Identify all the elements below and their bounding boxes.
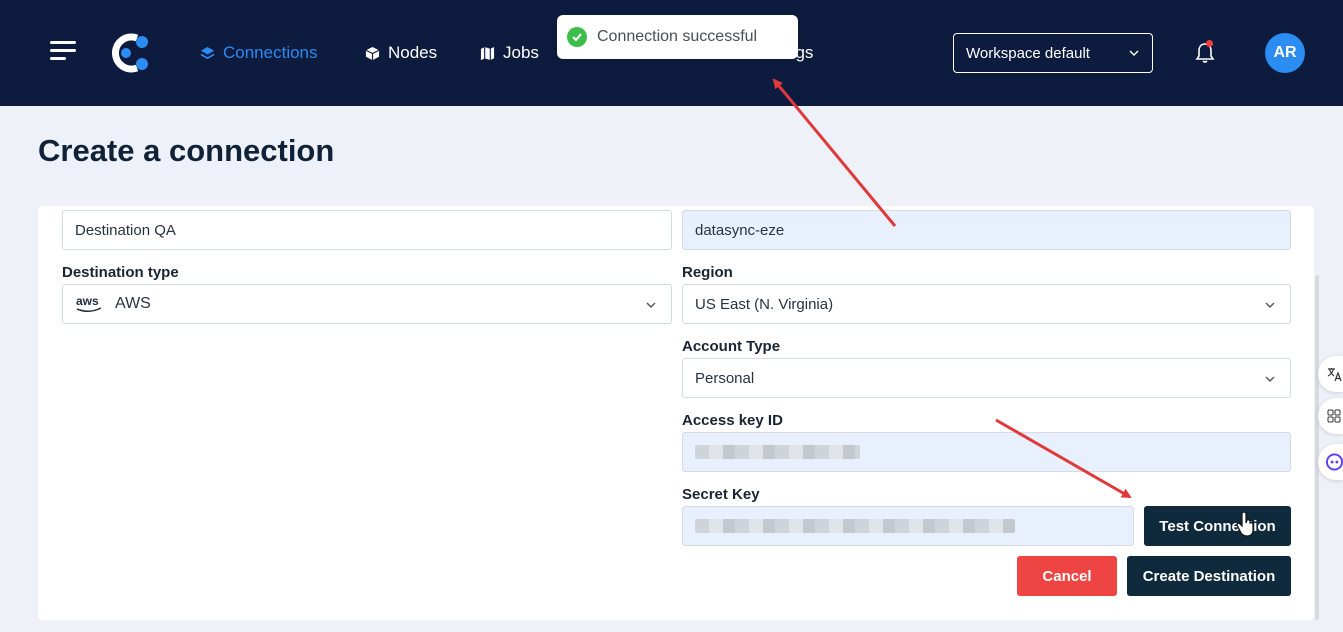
- avatar[interactable]: AR: [1265, 33, 1305, 73]
- chevron-down-icon: [1265, 376, 1275, 382]
- nav-connections-label: Connections: [223, 43, 318, 62]
- nav-jobs[interactable]: Jobs: [480, 41, 539, 65]
- destination-type-value: AWS: [115, 295, 151, 312]
- bell-icon[interactable]: [1193, 41, 1217, 65]
- account-type-select[interactable]: Personal: [682, 358, 1291, 398]
- region-value: US East (N. Virginia): [695, 295, 834, 313]
- region-select[interactable]: US East (N. Virginia): [682, 284, 1291, 324]
- region-label: Region: [682, 264, 733, 281]
- destination-name-input[interactable]: Destination QA: [62, 210, 672, 250]
- cube-icon: [365, 46, 380, 60]
- chevron-down-icon: [1265, 302, 1275, 308]
- svg-text:aws: aws: [76, 294, 99, 308]
- secret-key-input[interactable]: [682, 506, 1134, 546]
- test-connection-button[interactable]: Test Connection: [1144, 506, 1291, 546]
- toast-message: Connection successful: [597, 28, 758, 45]
- workspace-select-value: Workspace default: [966, 44, 1090, 62]
- secret-key-label: Secret Key: [682, 486, 760, 503]
- translate-icon[interactable]: [1318, 356, 1343, 392]
- workspace-select[interactable]: Workspace default: [953, 33, 1153, 73]
- account-type-value: Personal: [695, 369, 755, 387]
- menu-icon[interactable]: [50, 41, 76, 61]
- redacted-value: [695, 519, 1015, 533]
- connection-form-card: [38, 206, 1314, 620]
- destination-type-select[interactable]: aws AWS: [62, 284, 672, 324]
- cancel-button[interactable]: Cancel: [1017, 556, 1117, 596]
- check-circle-icon: [567, 27, 587, 47]
- chevron-down-icon: [646, 302, 656, 308]
- nav-connections[interactable]: Connections: [200, 41, 318, 65]
- map-icon: [480, 46, 495, 60]
- layers-icon: [200, 46, 215, 59]
- notification-badge: [1206, 40, 1213, 47]
- access-key-label: Access key ID: [682, 412, 783, 429]
- aws-icon: aws: [76, 294, 102, 312]
- redacted-value: [695, 445, 860, 459]
- destination-name-value: Destination QA: [75, 221, 176, 239]
- bucket-name-input[interactable]: datasync-eze: [682, 210, 1291, 250]
- assistant-icon[interactable]: [1318, 444, 1343, 480]
- create-destination-button[interactable]: Create Destination: [1127, 556, 1291, 596]
- nav-jobs-label: Jobs: [503, 43, 539, 62]
- nav-nodes[interactable]: Nodes: [365, 41, 437, 65]
- app-logo[interactable]: [112, 32, 154, 74]
- hand-cursor-icon: [1236, 512, 1254, 537]
- page-title: Create a connection: [38, 133, 335, 168]
- chevron-down-icon: [1129, 50, 1139, 57]
- bucket-name-value: datasync-eze: [695, 221, 785, 239]
- scrollbar[interactable]: [1315, 275, 1319, 620]
- access-key-input[interactable]: [682, 432, 1291, 472]
- apps-grid-icon[interactable]: [1318, 398, 1343, 434]
- nav-nodes-label: Nodes: [388, 43, 438, 62]
- destination-type-label: Destination type: [62, 264, 179, 281]
- account-type-label: Account Type: [682, 338, 781, 355]
- success-toast: Connection successful: [557, 15, 798, 59]
